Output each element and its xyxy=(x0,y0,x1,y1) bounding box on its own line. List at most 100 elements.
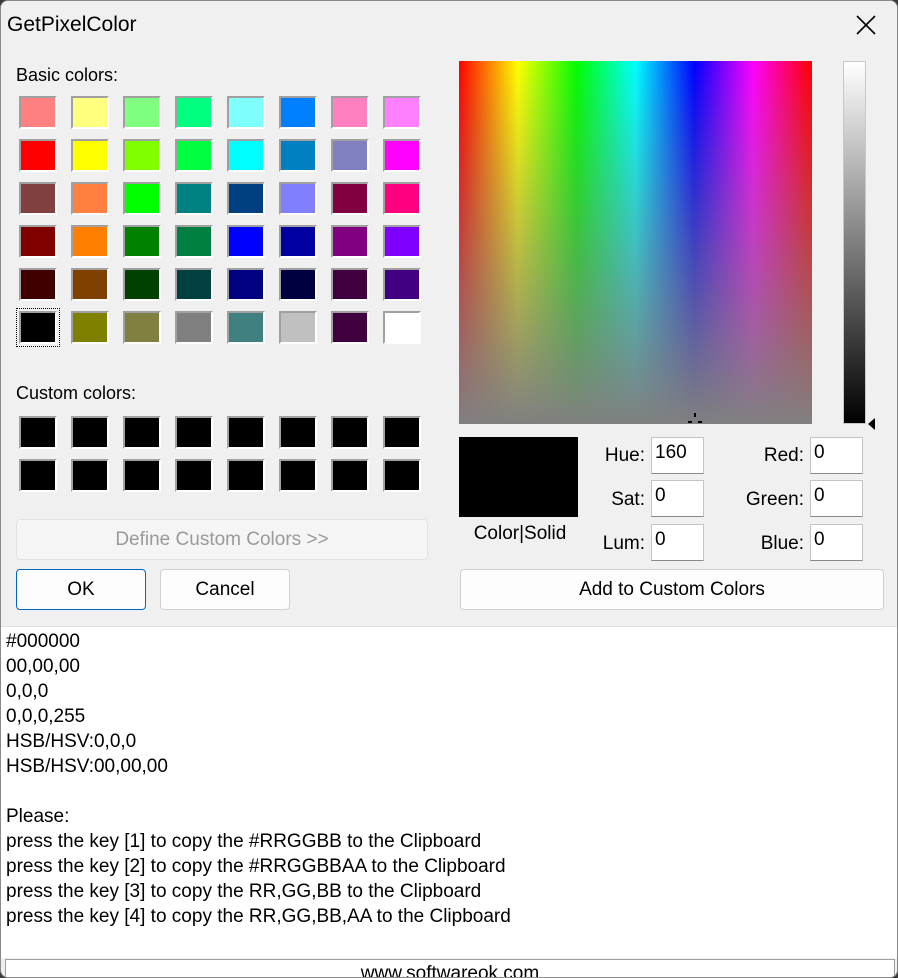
basic-color-swatch-39[interactable] xyxy=(331,268,369,301)
luminosity-slider[interactable] xyxy=(843,61,866,424)
basic-color-swatch-7[interactable] xyxy=(331,96,369,129)
custom-color-swatch-11[interactable] xyxy=(123,459,161,492)
basic-color-swatch-32[interactable] xyxy=(383,225,421,258)
basic-color-swatch-45[interactable] xyxy=(227,311,265,344)
red-label: Red: xyxy=(763,445,804,466)
basic-color-swatch-5[interactable] xyxy=(227,96,265,129)
hue-input[interactable]: 160 xyxy=(651,437,704,474)
custom-color-swatch-8[interactable] xyxy=(383,416,421,449)
basic-color-swatch-20[interactable] xyxy=(175,182,213,215)
hsv-value: HSB/HSV:0,0,0 xyxy=(6,731,137,752)
custom-color-swatch-13[interactable] xyxy=(227,459,265,492)
basic-color-swatch-17[interactable] xyxy=(19,182,57,215)
close-button[interactable] xyxy=(835,1,897,49)
website-link[interactable]: www.softwareok.com xyxy=(6,964,894,978)
custom-color-swatch-10[interactable] xyxy=(71,459,109,492)
basic-color-swatch-34[interactable] xyxy=(71,268,109,301)
custom-color-swatch-5[interactable] xyxy=(227,416,265,449)
custom-color-swatch-4[interactable] xyxy=(175,416,213,449)
hue-saturation-spectrum[interactable] xyxy=(459,61,812,424)
title-bar[interactable]: GetPixelColor xyxy=(1,1,897,51)
basic-color-swatch-43[interactable] xyxy=(123,311,161,344)
sat-label: Sat: xyxy=(611,489,645,510)
basic-color-swatch-16[interactable] xyxy=(383,139,421,172)
custom-color-swatch-9[interactable] xyxy=(19,459,57,492)
basic-color-swatch-6[interactable] xyxy=(279,96,317,129)
define-custom-colors-button[interactable]: Define Custom Colors >> xyxy=(16,519,428,560)
luminosity-arrow-icon[interactable] xyxy=(867,418,877,430)
color-info-panel[interactable]: #000000 00,00,00 0,0,0 0,0,0,255 HSB/HSV… xyxy=(1,626,897,958)
basic-color-swatch-14[interactable] xyxy=(279,139,317,172)
basic-color-swatch-30[interactable] xyxy=(279,225,317,258)
basic-color-swatch-48[interactable] xyxy=(383,311,421,344)
basic-color-swatch-46[interactable] xyxy=(279,311,317,344)
green-label: Green: xyxy=(745,489,804,510)
custom-color-swatch-12[interactable] xyxy=(175,459,213,492)
basic-color-swatch-1[interactable] xyxy=(19,96,57,129)
custom-color-swatch-3[interactable] xyxy=(123,416,161,449)
instruction-key-3: press the key [3] to copy the RR,GG,BB t… xyxy=(6,881,482,902)
basic-color-swatch-33[interactable] xyxy=(19,268,57,301)
color-solid-label: Color|Solid xyxy=(473,523,567,544)
basic-color-swatch-24[interactable] xyxy=(383,182,421,215)
basic-color-swatch-22[interactable] xyxy=(279,182,317,215)
basic-color-swatch-19[interactable] xyxy=(123,182,161,215)
basic-color-swatch-47[interactable] xyxy=(331,311,369,344)
lum-label: Lum: xyxy=(602,533,645,554)
basic-color-swatch-31[interactable] xyxy=(331,225,369,258)
rgba-value: 0,0,0,255 xyxy=(6,706,86,727)
ok-button[interactable]: OK xyxy=(16,569,146,610)
add-to-custom-colors-button[interactable]: Add to Custom Colors xyxy=(460,569,884,610)
hsv-hex-value: HSB/HSV:00,00,00 xyxy=(6,756,168,777)
basic-color-swatch-36[interactable] xyxy=(175,268,213,301)
red-input[interactable]: 0 xyxy=(810,437,863,474)
basic-color-swatch-3[interactable] xyxy=(123,96,161,129)
basic-color-swatch-26[interactable] xyxy=(71,225,109,258)
basic-color-swatch-8[interactable] xyxy=(383,96,421,129)
basic-color-swatch-44[interactable] xyxy=(175,311,213,344)
custom-color-swatch-2[interactable] xyxy=(71,416,109,449)
hex-pairs-value: 00,00,00 xyxy=(6,656,80,677)
lum-input[interactable]: 0 xyxy=(651,524,704,561)
basic-color-swatch-42[interactable] xyxy=(71,311,109,344)
green-input[interactable]: 0 xyxy=(810,480,863,517)
basic-color-swatch-23[interactable] xyxy=(331,182,369,215)
color-picker-window: GetPixelColor Basic colors: Custom color… xyxy=(0,0,898,978)
basic-color-swatch-15[interactable] xyxy=(331,139,369,172)
instructions-heading: Please: xyxy=(6,806,70,827)
basic-color-swatch-21[interactable] xyxy=(227,182,265,215)
cancel-button[interactable]: Cancel xyxy=(160,569,290,610)
basic-color-swatch-13[interactable] xyxy=(227,139,265,172)
basic-color-swatch-25[interactable] xyxy=(19,225,57,258)
custom-color-swatch-7[interactable] xyxy=(331,416,369,449)
custom-color-swatch-15[interactable] xyxy=(331,459,369,492)
basic-colors-label: Basic colors: xyxy=(16,65,119,85)
sat-input[interactable]: 0 xyxy=(651,480,704,517)
basic-color-swatch-10[interactable] xyxy=(71,139,109,172)
basic-color-swatch-4[interactable] xyxy=(175,96,213,129)
rgb-value: 0,0,0 xyxy=(6,681,49,702)
basic-color-swatch-2[interactable] xyxy=(71,96,109,129)
custom-color-swatch-6[interactable] xyxy=(279,416,317,449)
basic-color-swatch-40[interactable] xyxy=(383,268,421,301)
basic-color-swatch-38[interactable] xyxy=(279,268,317,301)
hue-label: Hue: xyxy=(604,445,645,466)
basic-color-swatch-18[interactable] xyxy=(71,182,109,215)
custom-color-swatch-16[interactable] xyxy=(383,459,421,492)
basic-color-swatch-41[interactable] xyxy=(16,308,60,347)
basic-color-swatch-29[interactable] xyxy=(227,225,265,258)
basic-color-swatch-28[interactable] xyxy=(175,225,213,258)
basic-color-swatch-37[interactable] xyxy=(227,268,265,301)
blue-input[interactable]: 0 xyxy=(810,524,863,561)
basic-color-swatch-27[interactable] xyxy=(123,225,161,258)
custom-color-swatch-14[interactable] xyxy=(279,459,317,492)
color-preview xyxy=(459,437,578,517)
hex-value: #000000 xyxy=(6,631,80,652)
basic-color-swatch-9[interactable] xyxy=(19,139,57,172)
basic-color-swatch-12[interactable] xyxy=(175,139,213,172)
custom-color-swatch-1[interactable] xyxy=(19,416,57,449)
close-icon xyxy=(856,15,876,35)
basic-color-swatch-11[interactable] xyxy=(123,139,161,172)
basic-color-swatch-35[interactable] xyxy=(123,268,161,301)
